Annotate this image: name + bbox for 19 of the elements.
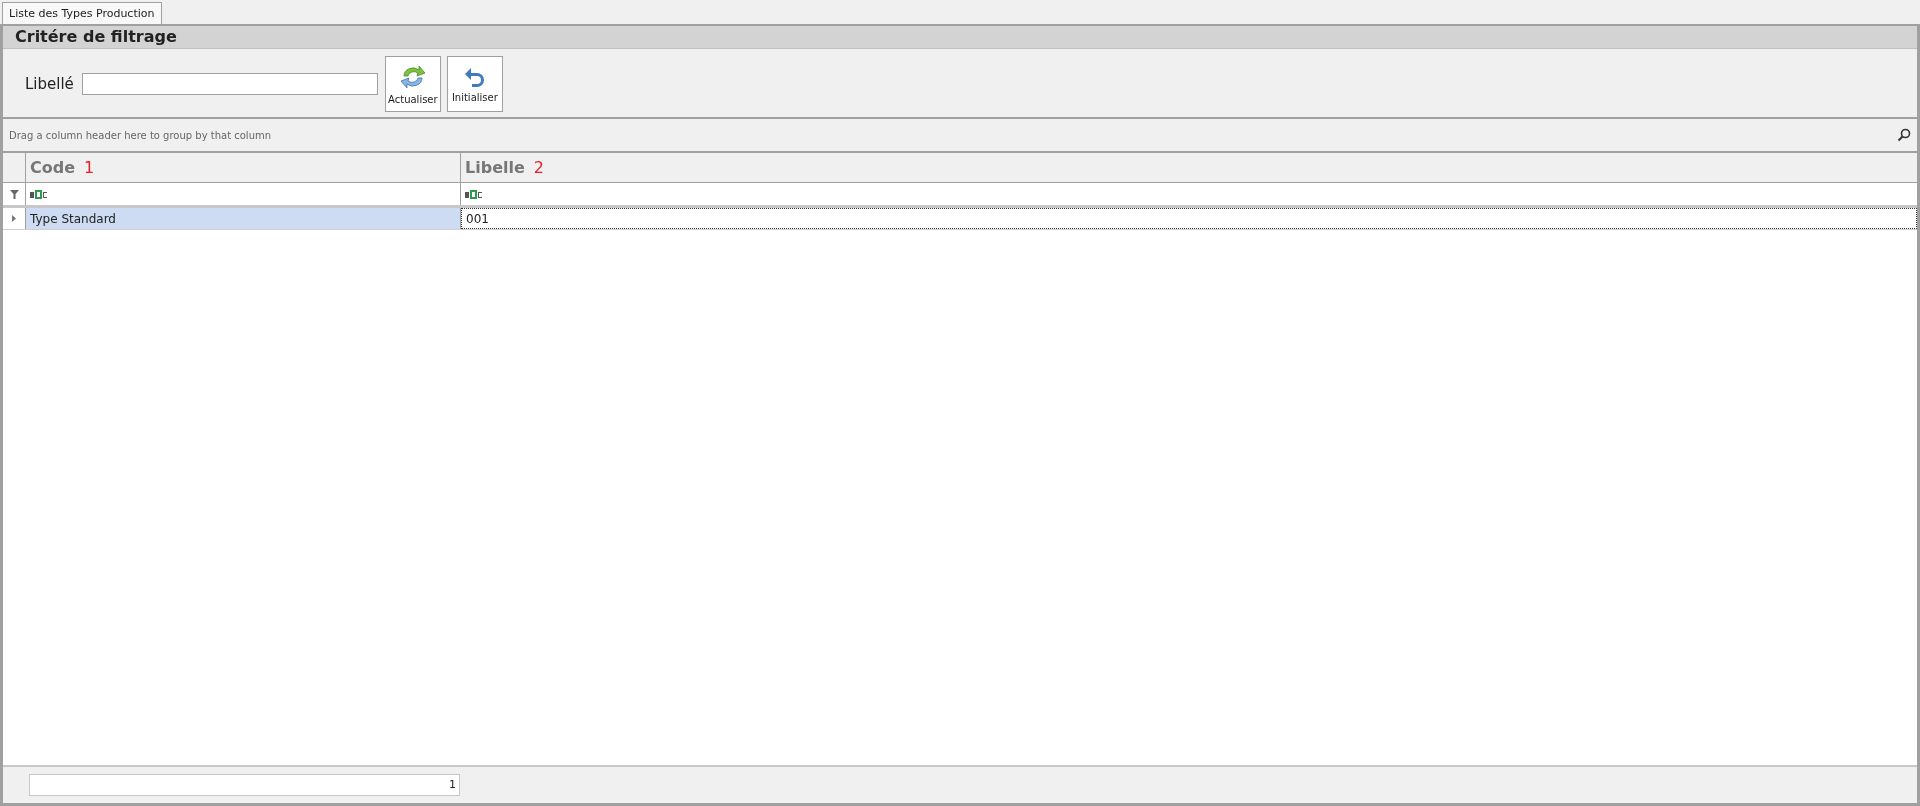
input-field[interactable]: [81, 73, 378, 95]
table-cell[interactable]: Type Standard: [26, 208, 461, 229]
summary-cell: 1: [29, 774, 460, 796]
table-cell[interactable]: 001: [461, 208, 1917, 229]
section-title: Critére de filtrage: [3, 26, 1917, 49]
search-icon[interactable]: [1897, 128, 1911, 142]
group-panel-hint: Drag a column header here to group by that column: [9, 129, 272, 141]
column-header[interactable]: Libelle 2: [461, 153, 1917, 182]
toolbar-button[interactable]: Actualiser: [384, 56, 441, 112]
tab[interactable]: Liste des Types Production: [2, 2, 162, 24]
text-filter-icon: [30, 189, 48, 199]
filter-icon[interactable]: [9, 189, 19, 199]
toolbar-button[interactable]: Initialiser: [446, 56, 503, 112]
field-label: Libellé: [25, 75, 74, 93]
text-filter-icon: [465, 189, 483, 199]
refresh-icon: [399, 63, 426, 90]
column-number: 1: [84, 158, 95, 177]
column-number: 2: [533, 158, 544, 177]
column-header[interactable]: Code 1: [26, 153, 461, 182]
